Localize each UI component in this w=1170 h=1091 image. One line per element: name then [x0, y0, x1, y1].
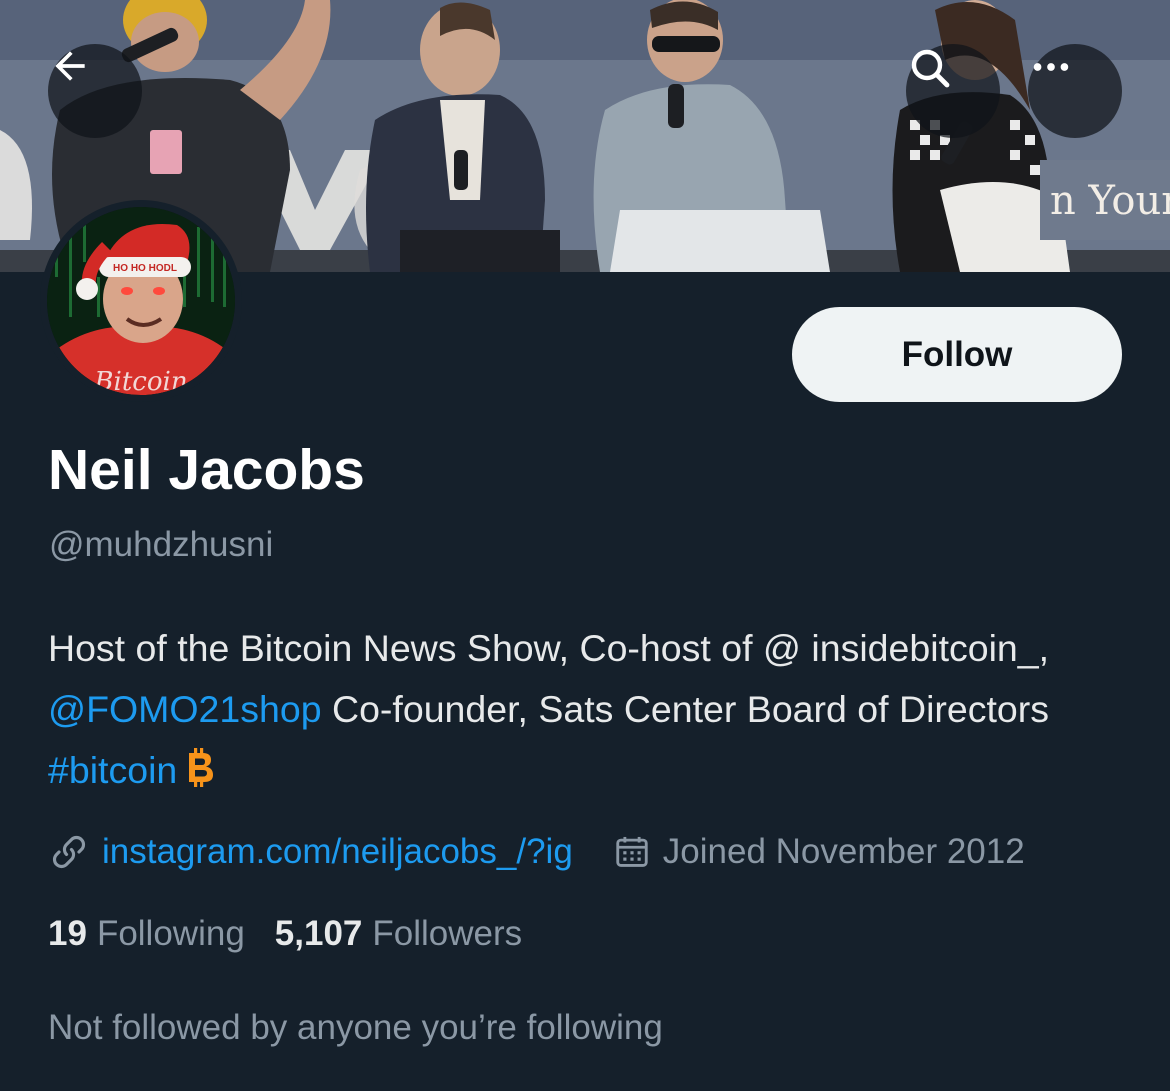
back-button[interactable]: [48, 44, 142, 138]
following-count: 19: [48, 914, 87, 953]
link-icon: [52, 835, 86, 869]
followers-count: 5,107: [274, 914, 363, 953]
bio-mention-link[interactable]: @FOMO21shop: [48, 688, 322, 730]
more-options-button[interactable]: [1028, 44, 1122, 138]
avatar-hat-text: HO HO HODL: [113, 263, 177, 274]
calendar-icon: [616, 836, 648, 867]
avatar[interactable]: Bitcoin HO HO HODL: [40, 200, 242, 402]
bio-text-2: Co-founder, Sats Center Board of Directo…: [321, 688, 1050, 730]
followed-by-text: Not followed by anyone you’re following: [48, 1008, 663, 1047]
follow-stats: 19 Following 5,107 Followers: [48, 914, 522, 954]
bio-hashtag-link[interactable]: #bitcoin: [48, 749, 177, 791]
followers-label: Followers: [372, 914, 523, 953]
bio-text-1: Host of the Bitcoin News Show, Co-host o…: [48, 627, 1050, 669]
website[interactable]: instagram.com/neiljacobs_/?ig: [48, 831, 573, 873]
following-label: Following: [96, 914, 245, 953]
handle: @muhdzhusni: [49, 525, 274, 564]
joined-date: Joined November 2012: [613, 832, 1025, 872]
bitcoin-icon: [189, 748, 214, 787]
bio: Host of the Bitcoin News Show, Co-host o…: [48, 618, 1128, 801]
website-link[interactable]: instagram.com/neiljacobs_/?ig: [102, 832, 573, 872]
avatar-photo: Bitcoin HO HO HODL: [47, 207, 235, 395]
avatar-image: Bitcoin HO HO HODL: [47, 207, 235, 395]
joined-label: Joined November 2012: [662, 832, 1025, 871]
banner-backdrop-text: n Your: [1050, 178, 1170, 224]
profile-meta: instagram.com/neiljacobs_/?ig Joined Nov…: [48, 830, 1025, 874]
follow-button[interactable]: Follow: [792, 307, 1122, 402]
arrow-left-icon: [55, 51, 85, 81]
display-name: Neil Jacobs: [48, 438, 365, 502]
search-icon: [911, 49, 950, 88]
followers-stat[interactable]: 5,107 Followers: [275, 914, 522, 954]
following-stat[interactable]: 19 Following: [48, 914, 245, 954]
avatar-shirt-text: Bitcoin: [93, 367, 187, 395]
search-button[interactable]: [906, 44, 1000, 138]
profile-page: n Your Bitcoin HO HO HODL Follow Neil Ja…: [0, 0, 1170, 1091]
more-horizontal-icon: [1033, 63, 1069, 71]
